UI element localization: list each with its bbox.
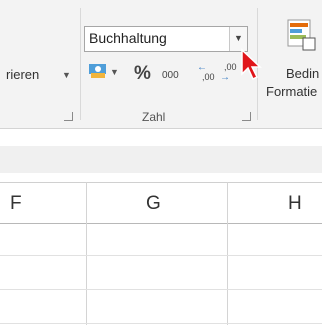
chevron-down-icon: ▼ [234,33,243,43]
group-separator [80,8,81,120]
number-dialog-launcher-icon[interactable] [242,112,251,121]
column-divider [86,182,87,325]
left-dropdown-icon[interactable]: ▼ [62,70,71,80]
column-header-g[interactable]: G [146,193,161,215]
percent-style-button[interactable]: % [134,63,151,85]
increase-decimal-label: ,00 [202,72,215,82]
column-header-h[interactable]: H [288,193,302,215]
decrease-decimal-label: ,00 [224,62,237,72]
number-format-value: Buchhaltung [89,30,167,46]
comma-style-button[interactable]: 000 [162,70,179,81]
currency-icon [89,64,106,78]
conditional-formatting-icon [287,19,316,51]
left-group-label[interactable]: rieren [6,67,39,82]
accounting-format-button[interactable]: ▼ [88,62,120,84]
conditional-formatting-button[interactable]: Bedin Formatie [260,18,322,108]
number-group-label: Zahl [142,110,166,124]
formula-bar[interactable] [0,146,322,173]
ribbon: rieren ▼ Buchhaltung ▼ ▼ % 000 ← ,00 ,00… [0,0,322,129]
accounting-dropdown-icon[interactable]: ▼ [110,67,119,77]
number-format-dropdown[interactable]: Buchhaltung ▼ [84,26,248,52]
mouse-pointer-icon [241,48,262,81]
row-divider [0,289,322,290]
column-header-f[interactable]: F [10,193,22,215]
column-header-row: F G H [0,182,322,224]
row-divider [0,255,322,256]
row-divider [0,323,322,324]
conditional-formatting-label-2: Formatie [266,84,318,99]
alignment-dialog-launcher-icon[interactable] [64,112,73,121]
column-divider [227,182,228,325]
arrow-right-icon: → [220,72,230,83]
decrease-decimal-button[interactable]: ,00 → [220,62,240,88]
conditional-formatting-label-1: Bedin [286,66,320,81]
increase-decimal-button[interactable]: ← ,00 [197,62,217,88]
